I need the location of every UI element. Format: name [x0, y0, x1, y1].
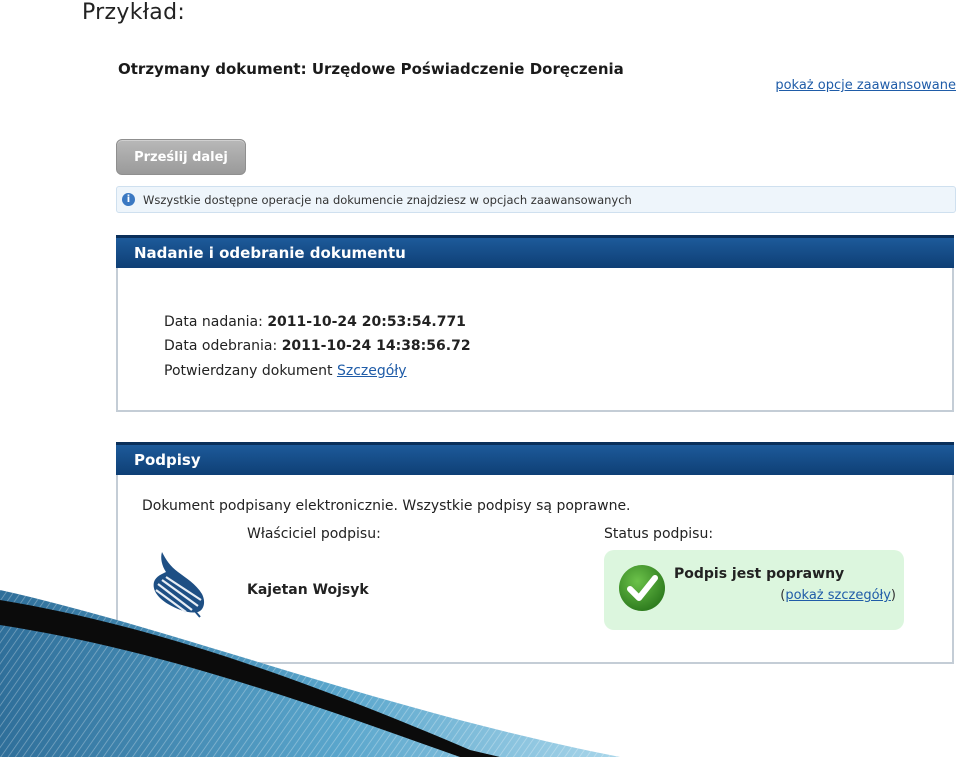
received-date-row: Data odebrania: 2011-10-24 14:38:56.72: [164, 338, 471, 354]
signatures-panel-header: Podpisy: [116, 442, 954, 475]
info-bar: i Wszystkie dostępne operacje na dokumen…: [116, 186, 956, 213]
details-link[interactable]: Szczegóły: [337, 363, 407, 379]
confirmed-document-row: Potwierdzany dokument Szczegóły: [164, 363, 407, 379]
advanced-options-link[interactable]: pokaż opcje zaawansowane: [775, 78, 956, 93]
confirmed-document-label: Potwierdzany dokument: [164, 363, 333, 379]
details-close-paren: ): [890, 588, 896, 603]
signature-status-box: Podpis jest poprawny (pokaż szczegóły): [604, 550, 904, 630]
received-date-value: 2011-10-24 14:38:56.72: [281, 338, 471, 354]
show-details-link[interactable]: pokaż szczegóły: [785, 588, 891, 603]
status-label: Status podpisu:: [604, 526, 714, 542]
document-title: Otrzymany dokument: Urzędowe Poświadczen…: [118, 60, 624, 78]
checkmark-icon: [619, 565, 665, 611]
info-icon: i: [122, 193, 135, 206]
slide-title: Przykład:: [82, 0, 186, 25]
signature-details: (pokaż szczegóły): [780, 588, 896, 603]
delivery-panel-header: Nadanie i odebranie dokumentu: [116, 235, 954, 268]
decorative-swoosh: [0, 590, 620, 757]
sent-date-label: Data nadania:: [164, 314, 263, 330]
sent-date-value: 2011-10-24 20:53:54.771: [267, 314, 466, 330]
signature-status-text: Podpis jest poprawny: [674, 566, 845, 582]
owner-label: Właściciel podpisu:: [247, 526, 381, 542]
info-text: Wszystkie dostępne operacje na dokumenci…: [143, 192, 632, 207]
signatures-intro: Dokument podpisany elektronicznie. Wszys…: [142, 498, 631, 514]
forward-button[interactable]: Prześlij dalej: [116, 139, 246, 175]
received-date-label: Data odebrania:: [164, 338, 278, 354]
delivery-panel: Nadanie i odebranie dokumentu Data nadan…: [116, 235, 954, 412]
sent-date-row: Data nadania: 2011-10-24 20:53:54.771: [164, 314, 466, 330]
